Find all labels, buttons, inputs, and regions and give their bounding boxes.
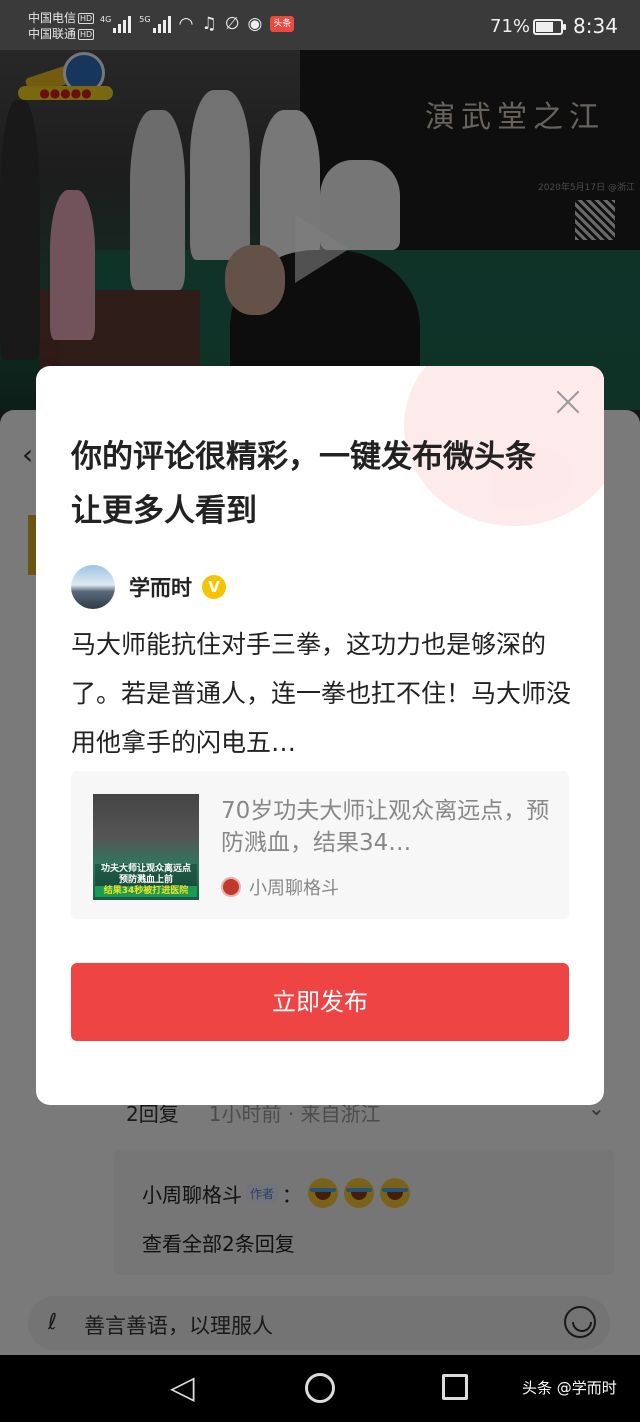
verified-icon: V (202, 575, 226, 599)
comment-author-name: 学而时 (129, 576, 192, 600)
battery-percent: 71% (490, 16, 531, 37)
close-icon[interactable] (554, 388, 582, 416)
article-source: 小周聊格斗 (221, 874, 339, 900)
article-title: 70岁功夫大师让观众离远点，预防溅血，结果34… (221, 798, 550, 856)
wechat-icon: ◉ (247, 14, 263, 34)
hd-badge: HD (78, 29, 95, 40)
clock: 8:34 (573, 14, 618, 38)
wifi-icon: ◠ (178, 14, 194, 34)
status-icons: 4G 5G ◠ ♫ ∅ ◉ 头条 (100, 14, 295, 34)
avatar (71, 565, 115, 609)
carrier-info: 中国电信 HD 中国联通 HD (28, 10, 95, 42)
toutiao-badge: 头条 (270, 16, 295, 32)
carrier-1: 中国电信 (28, 11, 77, 25)
signal-5g-icon: 5G (139, 15, 171, 33)
system-nav-bar: 头条 @学而时 (0, 1355, 640, 1422)
nav-back-icon[interactable] (170, 1368, 195, 1406)
carrier-2: 中国联通 (28, 27, 77, 41)
music-icon: ♫ (201, 14, 217, 34)
thumbnail-caption: 结果34秒被打进医院 (95, 886, 197, 897)
link-icon: ∅ (224, 14, 240, 34)
hd-badge: HD (78, 13, 95, 24)
status-bar: 中国电信 HD 中国联通 HD 4G 5G ◠ ♫ ∅ ◉ 头条 71% 8:34 (0, 0, 640, 50)
dialog-title: 你的评论很精彩，一键发布微头条让更多人看到 (71, 439, 536, 529)
thumbnail-caption: 功夫大师让观众离远点 预防溅血上前 (95, 864, 197, 886)
nav-home-icon[interactable] (305, 1373, 335, 1403)
source-name: 小周聊格斗 (249, 878, 339, 899)
signal-4g-icon: 4G (100, 15, 132, 33)
article-card[interactable]: 功夫大师让观众离远点 预防溅血上前 结果34秒被打进医院 70岁功夫大师让观众离… (71, 771, 569, 919)
article-thumbnail: 功夫大师让观众离远点 预防溅血上前 结果34秒被打进医院 (93, 794, 199, 900)
comment-author-row: 学而时 V (71, 565, 226, 609)
watermark: 头条 @学而时 (522, 1379, 617, 1397)
battery-icon (533, 19, 566, 35)
publish-dialog: 你的评论很精彩，一键发布微头条让更多人看到 学而时 V 马大师能抗住对手三拳，这… (36, 366, 604, 1105)
comment-text: 马大师能抗住对手三拳，这功力也是够深的了。若是普通人，连一拳也扛不住！马大师没用… (71, 630, 572, 757)
publish-button[interactable]: 立即发布 (71, 963, 569, 1041)
nav-recent-icon[interactable] (442, 1374, 468, 1400)
source-avatar (221, 877, 241, 897)
